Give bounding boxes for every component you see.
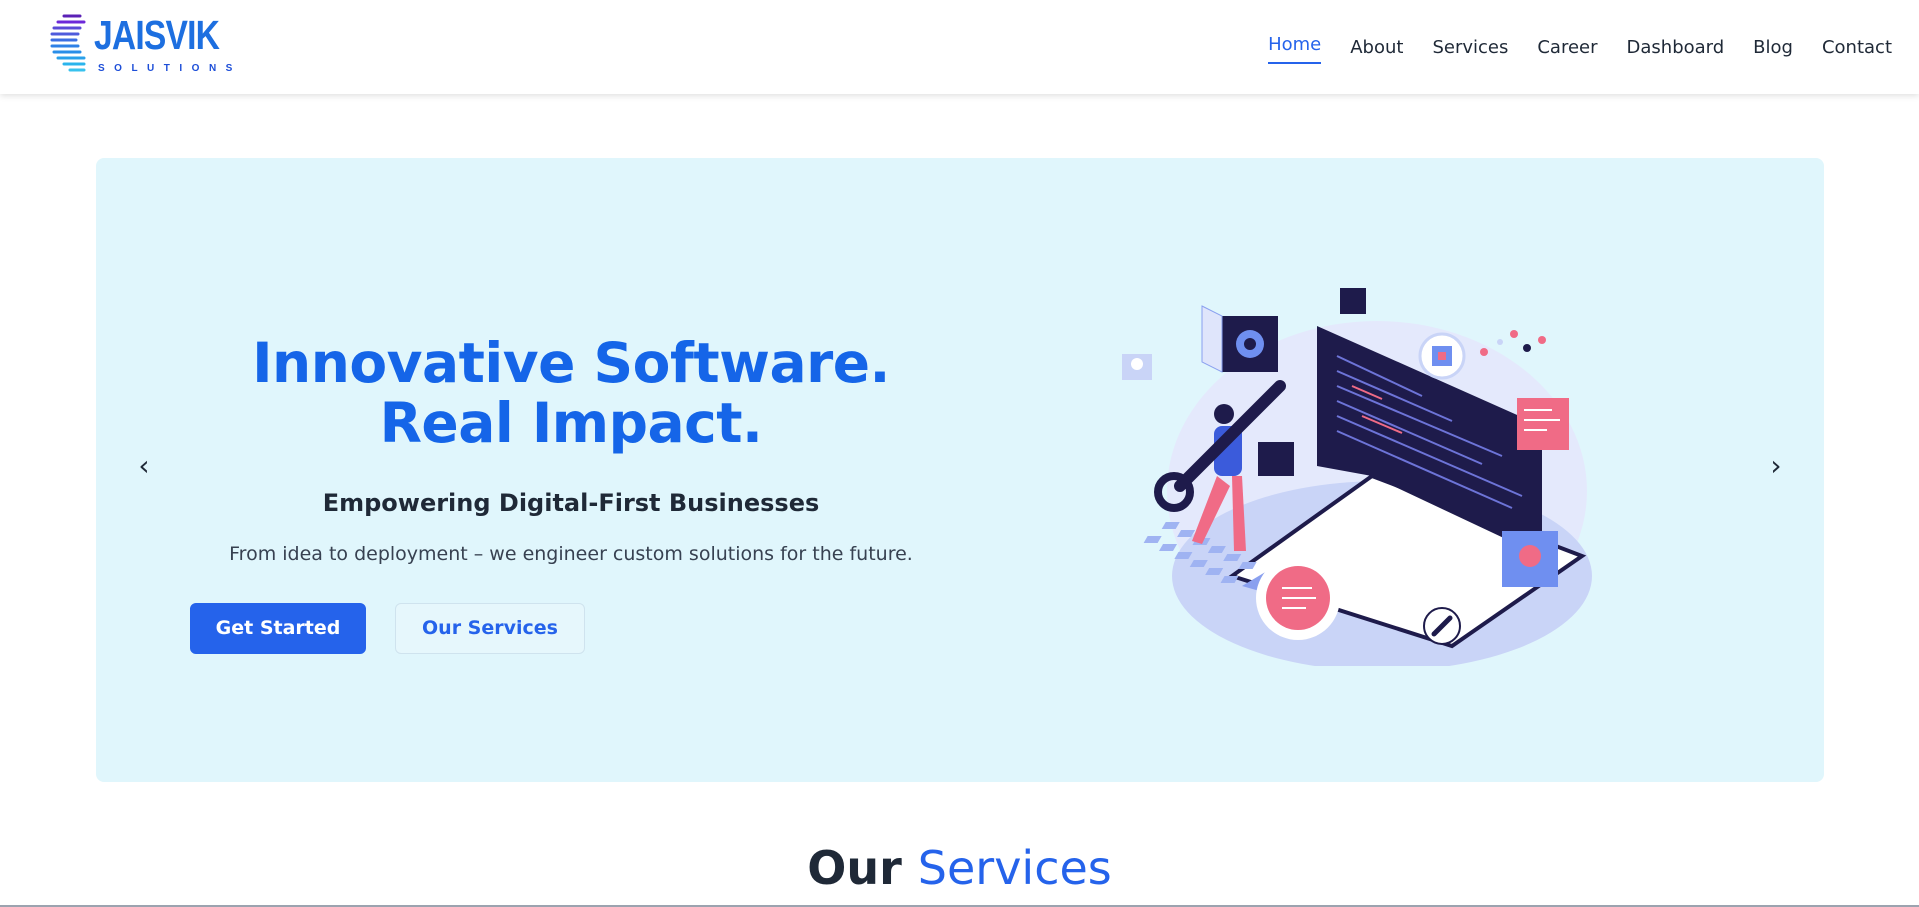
- nav-dashboard[interactable]: Dashboard: [1627, 31, 1725, 64]
- services-heading-part1: Our: [807, 841, 902, 895]
- services-section-heading: Our Services: [0, 840, 1919, 896]
- globe-lines-icon: [50, 14, 86, 72]
- brand-name: JAISVIK: [94, 12, 220, 58]
- nav-contact[interactable]: Contact: [1822, 31, 1892, 64]
- services-heading-part2: Services: [917, 841, 1112, 895]
- hero-title-line1: Innovative Software.: [252, 331, 890, 395]
- nav-blog[interactable]: Blog: [1753, 31, 1793, 64]
- nav-about[interactable]: About: [1350, 31, 1403, 64]
- brand-tagline: SOLUTIONS: [98, 63, 242, 74]
- carousel-next-button[interactable]: ›: [1761, 451, 1791, 481]
- hero-description: From idea to deployment – we engineer cu…: [229, 543, 913, 565]
- get-started-button[interactable]: Get Started: [190, 603, 366, 654]
- nav-home[interactable]: Home: [1268, 28, 1322, 64]
- hero-subtitle: Empowering Digital-First Businesses: [322, 489, 820, 517]
- carousel-prev-button[interactable]: ‹: [129, 451, 159, 481]
- brand-logo[interactable]: JAISVIK SOLUTIONS: [50, 8, 232, 78]
- nav-services[interactable]: Services: [1432, 31, 1508, 64]
- our-services-button[interactable]: Our Services: [395, 603, 585, 654]
- hero-carousel: ‹ › Innovative Software. Real Impact. Em…: [96, 158, 1824, 782]
- hero-title: Innovative Software. Real Impact.: [196, 333, 946, 453]
- site-header: JAISVIK SOLUTIONS Home About Services Ca…: [0, 0, 1919, 94]
- nav-career[interactable]: Career: [1537, 31, 1597, 64]
- main-nav: Home About Services Career Dashboard Blo…: [1239, 0, 1892, 94]
- developer-with-wrench-and-laptop-illustration: [1122, 288, 1592, 666]
- hero-title-line2: Real Impact.: [379, 391, 763, 455]
